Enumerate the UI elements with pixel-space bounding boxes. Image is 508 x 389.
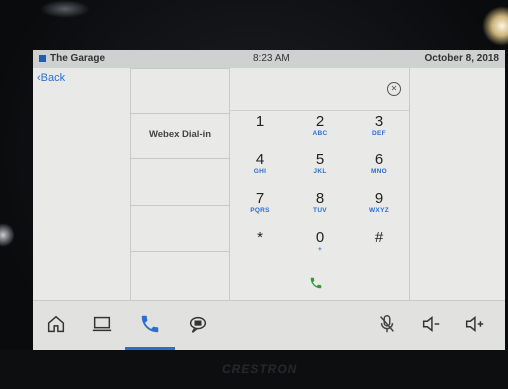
key-digit: # — [374, 229, 384, 246]
key-letters: MNO — [370, 168, 388, 175]
laptop-icon — [92, 316, 112, 332]
status-bar: The Garage 8:23 AM October 8, 2018 — [33, 50, 505, 68]
key-digit: 3 — [374, 113, 384, 130]
key-6[interactable]: 6 MNO — [354, 152, 404, 176]
touch-screen: The Garage 8:23 AM October 8, 2018 ‹Back… — [33, 50, 505, 350]
key-star[interactable]: * — [235, 230, 285, 246]
mic-mute-button[interactable] — [376, 313, 398, 335]
key-1[interactable]: 1 — [235, 114, 285, 130]
key-letters: WXYZ — [369, 207, 389, 214]
clock-time: 8:23 AM — [253, 53, 290, 64]
key-letters: PQRS — [250, 207, 270, 214]
call-button[interactable] — [309, 276, 323, 290]
dial-option-webex[interactable]: Webex Dial-in — [131, 113, 229, 158]
home-button[interactable] — [45, 313, 67, 335]
phone-tab-button[interactable] — [139, 313, 161, 335]
key-letters: ABC — [312, 130, 328, 137]
key-digit: 8 — [315, 190, 325, 207]
current-date: October 8, 2018 — [424, 53, 499, 64]
key-digit: 1 — [255, 113, 265, 130]
home-icon — [47, 315, 65, 333]
list-divider — [131, 68, 229, 69]
key-2[interactable]: 2 ABC — [295, 114, 345, 138]
key-7[interactable]: 7 PQRS — [235, 191, 285, 215]
room-name-label: The Garage — [50, 53, 106, 64]
key-5[interactable]: 5 JKL — [295, 152, 345, 176]
key-letters: JKL — [313, 168, 327, 175]
phone-call-icon — [310, 277, 322, 289]
dial-option-empty[interactable] — [131, 251, 229, 300]
key-digit: * — [257, 229, 263, 246]
key-letters: + — [317, 246, 323, 253]
key-9[interactable]: 9 WXYZ — [354, 191, 404, 215]
key-hash[interactable]: # — [354, 230, 404, 246]
room-icon — [39, 55, 46, 62]
key-digit: 5 — [315, 151, 325, 168]
key-letters: GHI — [253, 168, 267, 175]
volume-down-button[interactable] — [420, 313, 442, 335]
mic-mute-icon — [380, 315, 394, 333]
laptop-source-button[interactable] — [91, 313, 113, 335]
volume-up-button[interactable] — [463, 313, 485, 335]
chat-button[interactable] — [187, 313, 209, 335]
bottom-nav-bar — [33, 300, 505, 350]
back-button[interactable]: ‹Back — [37, 72, 65, 84]
number-entry-underline — [229, 110, 409, 111]
key-8[interactable]: 8 TUV — [295, 191, 345, 215]
backspace-icon: ✕ — [390, 84, 398, 93]
dial-option-empty[interactable] — [131, 205, 229, 252]
volume-up-icon — [465, 316, 484, 332]
back-label: Back — [40, 72, 66, 84]
key-digit: 7 — [255, 190, 265, 207]
dial-option-label: Webex Dial-in — [148, 129, 212, 140]
chat-icon — [189, 316, 207, 333]
crestron-logo: CRESTRON — [222, 362, 298, 376]
dial-options-list: Webex Dial-in — [130, 68, 230, 300]
glare-top-left — [40, 0, 90, 18]
phone-icon — [141, 315, 159, 333]
key-3[interactable]: 3 DEF — [354, 114, 404, 138]
volume-down-icon — [422, 316, 440, 332]
key-digit: 6 — [374, 151, 384, 168]
key-digit: 0 — [315, 229, 325, 246]
key-digit: 2 — [315, 113, 325, 130]
room-name: The Garage — [39, 53, 105, 64]
key-letters: TUV — [313, 207, 327, 214]
key-0[interactable]: 0 + — [295, 230, 345, 254]
key-digit: 9 — [374, 190, 384, 207]
dialpad-panel — [229, 68, 410, 300]
key-letters: DEF — [372, 130, 386, 137]
key-digit: 4 — [255, 151, 265, 168]
dial-option-empty[interactable] — [131, 158, 229, 205]
key-4[interactable]: 4 GHI — [235, 152, 285, 176]
clear-entry-button[interactable]: ✕ — [387, 82, 401, 96]
